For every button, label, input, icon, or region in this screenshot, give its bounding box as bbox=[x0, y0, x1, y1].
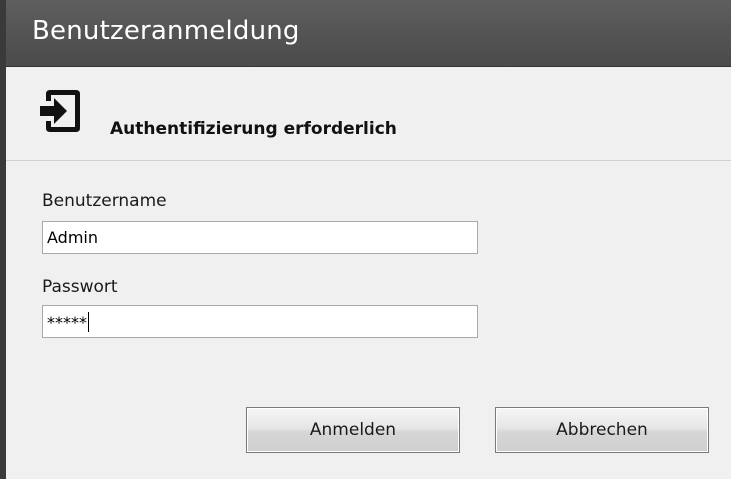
username-value: Admin bbox=[47, 228, 98, 247]
cancel-button[interactable]: Abbrechen bbox=[495, 407, 709, 453]
username-field[interactable]: Admin bbox=[42, 221, 478, 254]
username-label: Benutzername bbox=[42, 191, 167, 211]
login-form: Benutzername Admin Passwort ***** Anmeld… bbox=[6, 161, 731, 479]
window-title: Benutzeranmeldung bbox=[32, 16, 300, 46]
password-label: Passwort bbox=[42, 277, 118, 297]
dialog-header: Authentifizierung erforderlich bbox=[6, 67, 731, 161]
dialog-heading: Authentifizierung erforderlich bbox=[110, 119, 397, 139]
password-field[interactable]: ***** bbox=[42, 305, 478, 338]
login-arrow-icon bbox=[40, 90, 80, 132]
login-button[interactable]: Anmelden bbox=[246, 407, 460, 453]
login-dialog: Benutzeranmeldung Authentifizierung erfo… bbox=[0, 0, 731, 479]
text-cursor bbox=[88, 312, 89, 332]
title-bar[interactable]: Benutzeranmeldung bbox=[6, 0, 731, 67]
password-value: ***** bbox=[47, 313, 87, 332]
